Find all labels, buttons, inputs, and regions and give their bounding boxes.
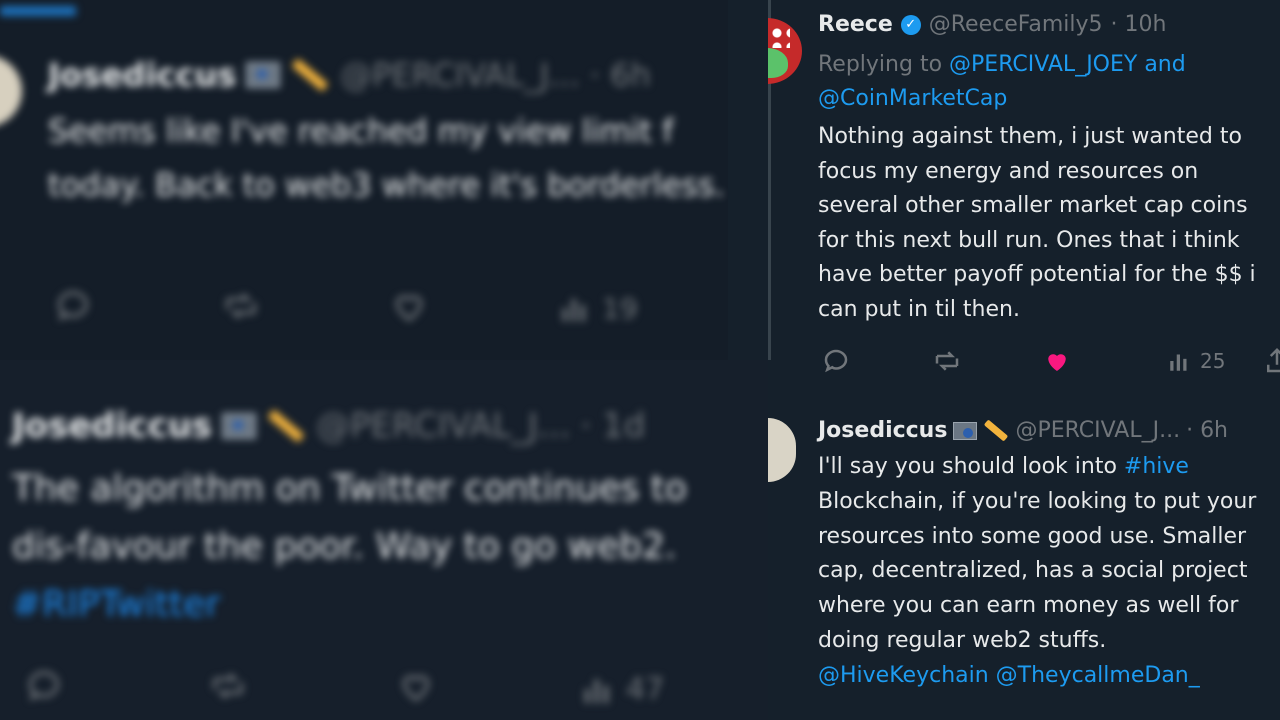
- tweet-text-line: doing regular web2 stuffs.: [818, 627, 1107, 653]
- tweet-text-line: dis-favour the poor. Way to go web2.: [12, 526, 677, 567]
- tweet-text-fragment: I'll say you should look into: [818, 454, 1117, 479]
- tweet-text-line: The algorithm on Twitter continues to: [12, 468, 687, 509]
- reply-tweet-header: Reece ✓ @ReeceFamily5 · 10h: [818, 12, 1166, 37]
- user-handle[interactable]: @PERCIVAL_J...: [340, 56, 579, 94]
- hashtag-link[interactable]: #hive: [1124, 454, 1189, 479]
- mention-link[interactable]: @HiveKeychain: [818, 663, 989, 688]
- reply-tweet-text: Nothing against them, i just wanted to f…: [818, 120, 1256, 328]
- reply-button[interactable]: [52, 286, 94, 326]
- tweet-text: Seems like I've reached my view limit f …: [48, 112, 725, 204]
- views-count: 25: [1200, 349, 1226, 373]
- tweet-text-line: several other smaller market cap coins: [818, 193, 1248, 219]
- views-icon: [1170, 354, 1187, 371]
- user-handle[interactable]: @PERCIVAL_J...: [1015, 418, 1180, 443]
- retweet-icon: [935, 351, 959, 371]
- avatar[interactable]: [768, 18, 802, 84]
- tweet-time[interactable]: · 1d: [580, 406, 645, 446]
- views-icon: [584, 679, 609, 704]
- replying-to-label: Replying to: [818, 52, 943, 77]
- pencil-icon: [291, 58, 329, 92]
- like-button[interactable]: [386, 286, 432, 326]
- views-icon: [562, 299, 585, 322]
- tweet-header: Josediccus @PERCIVAL_J... · 1d: [12, 406, 645, 446]
- flag-icon: [222, 413, 257, 439]
- tweet-header: Josediccus @PERCIVAL_J... · 6h: [48, 56, 651, 94]
- right-thread-panel: Reece ✓ @ReeceFamily5 · 10h Replying to …: [768, 0, 1280, 720]
- tweet-text-line: for this next bull run. Ones that i thin…: [818, 227, 1240, 253]
- jose-tweet-text: I'll say you should look into #hive Bloc…: [818, 450, 1256, 694]
- tweet-text-line: Blockchain, if you're looking to put you…: [818, 488, 1257, 514]
- tweet-text: The algorithm on Twitter continues to di…: [12, 460, 687, 634]
- retweet-button[interactable]: [204, 666, 252, 706]
- share-button[interactable]: [1262, 346, 1280, 376]
- tweet-text-line: I'll say you should look into #hive: [818, 450, 1256, 485]
- tweet-text-line: cap, decentralized, has a social project: [818, 558, 1248, 584]
- tweet-time[interactable]: · 6h: [1186, 418, 1228, 443]
- retweet-button[interactable]: [218, 286, 264, 326]
- verified-badge-icon: ✓: [900, 14, 921, 35]
- tweet-time[interactable]: · 6h: [590, 56, 651, 94]
- tweet-text-line: @HiveKeychain @TheycallmeDan_: [818, 659, 1256, 694]
- user-name[interactable]: Josediccus: [48, 56, 236, 94]
- views-button[interactable]: 25: [1166, 348, 1225, 374]
- progress-bar: [0, 6, 76, 16]
- user-name[interactable]: Josediccus: [12, 406, 212, 446]
- retweet-icon: [213, 673, 243, 699]
- mention-link[interactable]: @CoinMarketCap: [818, 86, 1007, 111]
- user-handle[interactable]: @ReeceFamily5: [929, 12, 1103, 37]
- replying-to: Replying to @PERCIVAL_JOEY and @CoinMark…: [818, 48, 1186, 116]
- user-name[interactable]: Reece: [818, 12, 893, 37]
- tweet-text-line: can put in til then.: [818, 296, 1020, 322]
- tweet-text-line: where you can earn money as well for: [818, 593, 1239, 619]
- mushroom-dots: [768, 26, 790, 48]
- avatar[interactable]: [768, 418, 796, 482]
- user-handle[interactable]: @PERCIVAL_J...: [316, 406, 570, 446]
- tweet-text-line: Nothing against them, i just wanted to: [818, 124, 1242, 149]
- reply-icon: [28, 670, 60, 701]
- tweet-time[interactable]: · 10h: [1111, 12, 1167, 37]
- reply-button[interactable]: [820, 346, 852, 376]
- mention-link[interactable]: @TheycallmeDan_: [996, 663, 1200, 688]
- views-button[interactable]: 47: [578, 670, 664, 708]
- pencil-icon: [984, 419, 1009, 442]
- tweet-text-line: have better payoff potential for the $$ …: [818, 262, 1256, 288]
- flag-icon: [953, 421, 978, 440]
- user-name[interactable]: Josediccus: [818, 418, 947, 443]
- views-count: 47: [626, 671, 665, 707]
- share-icon: [1267, 347, 1280, 373]
- reply-button[interactable]: [22, 666, 66, 706]
- reply-icon: [57, 290, 89, 321]
- mention-link[interactable]: @PERCIVAL_JOEY and: [949, 52, 1186, 77]
- flag-icon: [246, 62, 281, 88]
- avatar[interactable]: [0, 55, 22, 127]
- like-icon: [402, 675, 430, 702]
- retweet-icon: [226, 293, 256, 319]
- views-button[interactable]: 19: [556, 290, 638, 326]
- left-bottom-tweet-panel: Josediccus @PERCIVAL_J... · 1d The algor…: [0, 360, 780, 720]
- jose-tweet-header: Josediccus @PERCIVAL_J... · 6h: [818, 418, 1228, 443]
- like-button[interactable]: [1040, 346, 1074, 376]
- tweet-text-line: focus my energy and resources on: [818, 158, 1199, 184]
- like-button[interactable]: [392, 666, 440, 706]
- tweet-text-line: resources into some good use. Smaller: [818, 523, 1247, 549]
- retweet-button[interactable]: [930, 346, 964, 376]
- like-icon: [395, 295, 423, 322]
- frog-face: [768, 48, 788, 78]
- pencil-icon: [267, 409, 305, 443]
- reply-icon: [824, 349, 848, 373]
- like-filled-icon: [1048, 354, 1066, 371]
- views-count: 19: [602, 291, 638, 325]
- left-top-tweet-panel: Josediccus @PERCIVAL_J... · 6h Seems lik…: [0, 0, 728, 360]
- hashtag-link[interactable]: #RIPTwitter: [12, 576, 687, 634]
